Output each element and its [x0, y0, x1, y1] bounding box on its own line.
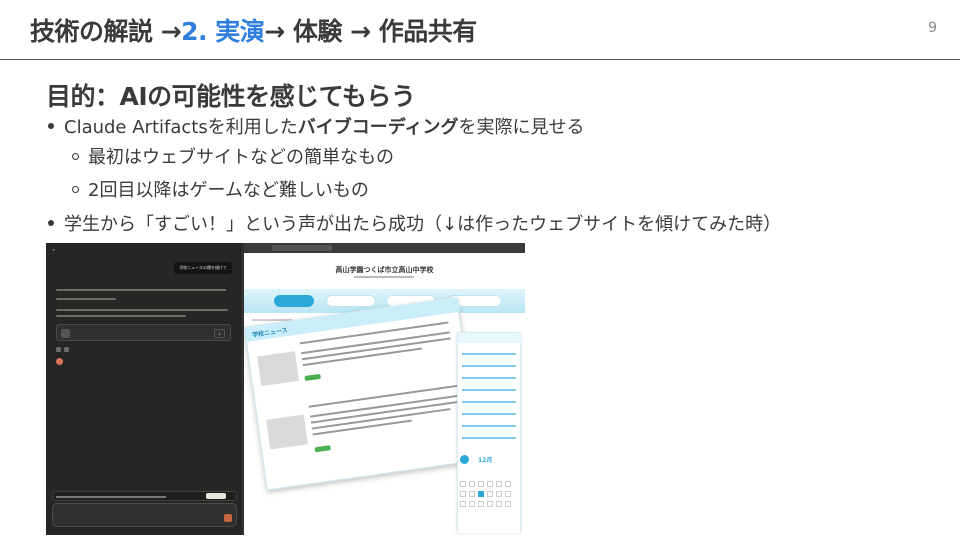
school-name: 高山学園つくば市立高山中学校 [335, 266, 434, 274]
sub-bullet-circle [72, 185, 79, 193]
calendar-day[interactable] [505, 481, 511, 487]
copy-icon[interactable] [56, 347, 61, 352]
site-nav-item[interactable] [326, 295, 376, 307]
chat-text-line [56, 315, 186, 317]
bullet-text: 学生から「すごい！」という声が出たら成功（↓は作ったウェブサイトを傾けてみた時） [64, 214, 782, 235]
news-thumbnail [266, 414, 308, 450]
calendar-day[interactable] [469, 481, 475, 487]
news-thumbnail [257, 351, 300, 387]
page-number: 9 [928, 20, 937, 36]
calendar-day[interactable] [505, 491, 511, 497]
artifact-icon [61, 329, 70, 338]
sidebar-link[interactable] [462, 425, 516, 427]
notice-text [56, 496, 166, 498]
sidebar-link[interactable] [462, 413, 516, 415]
bullet-text: 最初はウェブサイトなどの簡単なもの [88, 147, 394, 168]
header-title-part1: 技術の解説 → [30, 17, 182, 46]
preview-tab[interactable] [272, 245, 332, 251]
embedded-screenshot: ≡ 学校ニュースの欄を傾けて ↓ 高山学園つくば市立高山中学校 学校ニュース 1… [46, 243, 525, 535]
preview-tabbar [244, 243, 525, 253]
calendar-day[interactable] [496, 491, 502, 497]
calendar-day[interactable] [469, 501, 475, 507]
calendar-month: 12月 [478, 457, 493, 464]
claude-logo-icon [56, 358, 63, 365]
chat-user-message: 学校ニュースの欄を傾けて [174, 262, 232, 274]
sidebar-link[interactable] [462, 377, 516, 379]
calendar-day[interactable] [469, 491, 475, 497]
calendar-day[interactable] [487, 481, 493, 487]
chat-text-line [56, 309, 228, 311]
chat-pane: ≡ 学校ニュースの欄を傾けて ↓ [46, 243, 243, 535]
news-text-line [301, 331, 450, 355]
chat-notice-bar [52, 491, 237, 501]
slide-header: 技術の解説 →2. 実演→ 体験 → 作品共有 9 [0, 0, 960, 60]
site-nav-item[interactable] [274, 295, 314, 307]
chat-input[interactable] [52, 503, 237, 527]
calendar-day[interactable] [487, 491, 493, 497]
header-title: 技術の解説 →2. 実演→ 体験 → 作品共有 [30, 12, 477, 48]
sidebar-link[interactable] [462, 389, 516, 391]
artifact-card[interactable]: ↓ [56, 324, 231, 341]
notice-button[interactable] [206, 493, 226, 499]
news-tag[interactable] [314, 445, 331, 453]
calendar-day[interactable] [496, 501, 502, 507]
calendar-day[interactable] [505, 501, 511, 507]
bullet-subitem-2: 2回目以降はゲームなど難しいもの [72, 176, 369, 202]
school-subtitle [354, 276, 414, 278]
website-preview: 高山学園つくば市立高山中学校 学校ニュース 12月 [244, 243, 525, 535]
sidebar-link[interactable] [462, 401, 516, 403]
calendar-day-today[interactable] [478, 491, 484, 497]
calendar-day[interactable] [496, 481, 502, 487]
bullet-subitem-1: 最初はウェブサイトなどの簡単なもの [72, 143, 394, 169]
chat-topbar: ≡ [52, 247, 56, 252]
news-text-line [309, 394, 459, 418]
calendar-day[interactable] [460, 491, 466, 497]
chat-text-line [56, 289, 226, 291]
site-calendar: 12月 [458, 453, 520, 533]
calendar-day[interactable] [460, 481, 466, 487]
sub-bullet-circle [72, 152, 79, 160]
tilted-news-section: 学校ニュース [244, 297, 480, 491]
sidebar-link[interactable] [462, 353, 516, 355]
sidebar-link[interactable] [462, 437, 516, 439]
bullet-dot [48, 123, 54, 129]
bullet-text: 2回目以降はゲームなど難しいもの [88, 180, 369, 201]
bullet-item-2: 学生から「すごい！」という声が出たら成功（↓は作ったウェブサイトを傾けてみた時） [48, 210, 781, 236]
calendar-day[interactable] [487, 501, 493, 507]
header-title-part2: → 体験 → 作品共有 [264, 17, 477, 46]
bullet-text: Claude Artifactsを利用した [64, 117, 298, 138]
calendar-day[interactable] [460, 501, 466, 507]
download-button[interactable]: ↓ [213, 329, 225, 338]
bullet-item-1: Claude Artifactsを利用したバイブコーディングを実際に見せる [48, 113, 584, 139]
calendar-icon [460, 455, 469, 464]
slide-heading: 目的：AIの可能性を感じてもらう [46, 82, 416, 111]
bullet-bold-text: バイブコーディング [297, 117, 459, 138]
bullet-dot [48, 220, 54, 226]
send-button[interactable] [224, 514, 232, 522]
sidebar-link[interactable] [462, 365, 516, 367]
header-title-highlight: 2. 実演 [181, 17, 265, 46]
retry-icon[interactable] [64, 347, 69, 352]
calendar-day[interactable] [478, 501, 484, 507]
chat-text-line [56, 298, 116, 300]
news-tag[interactable] [304, 373, 321, 382]
bullet-text: を実際に見せる [458, 117, 585, 138]
calendar-day[interactable] [478, 481, 484, 487]
sidebar-header [458, 333, 522, 343]
